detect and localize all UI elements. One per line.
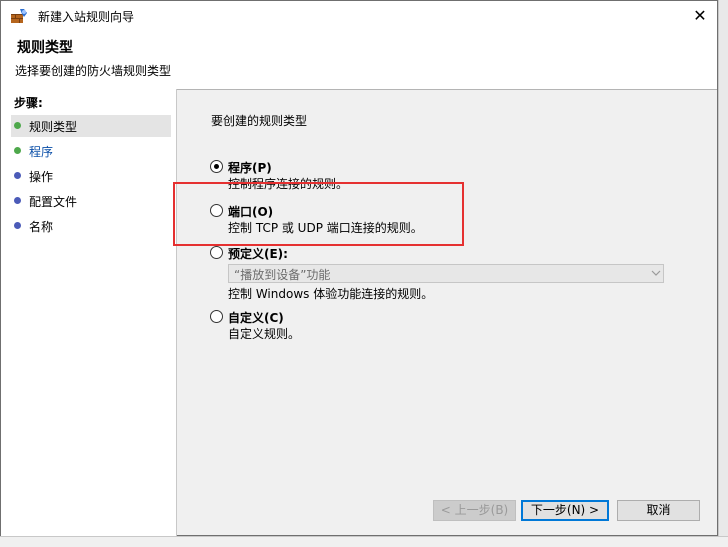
- step-label: 操作: [29, 170, 54, 184]
- radio-program[interactable]: [210, 160, 223, 173]
- step-status-icon: [14, 122, 21, 129]
- radio-predefined[interactable]: [210, 246, 223, 259]
- annotation-highlight-box: [173, 182, 464, 246]
- next-button[interactable]: 下一步(N) >: [521, 500, 609, 521]
- chevron-down-icon: [651, 270, 661, 276]
- option-program-label[interactable]: 程序(P): [228, 159, 272, 176]
- step-label: 配置文件: [29, 195, 78, 209]
- background-window-bottom: [0, 536, 728, 547]
- step-action[interactable]: 操作: [11, 165, 171, 187]
- steps-title: 步骤:: [14, 96, 43, 110]
- step-label: 规则类型: [29, 120, 78, 134]
- page-title: 规则类型: [17, 40, 73, 56]
- option-custom-label[interactable]: 自定义(C): [228, 309, 284, 326]
- step-rule-type[interactable]: 规则类型: [11, 115, 171, 137]
- wizard-header: 规则类型 选择要创建的防火墙规则类型: [1, 31, 717, 90]
- step-name[interactable]: 名称: [11, 215, 171, 237]
- step-status-icon: [14, 222, 21, 229]
- predefined-dropdown[interactable]: “播放到设备”功能: [228, 264, 664, 283]
- step-status-icon: [14, 197, 21, 204]
- step-program[interactable]: 程序: [11, 140, 171, 162]
- firewall-icon: [11, 9, 27, 23]
- window-title: 新建入站规则向导: [38, 10, 135, 24]
- step-status-icon: [14, 172, 21, 179]
- option-custom-description: 自定义规则。: [228, 327, 301, 341]
- cancel-button[interactable]: 取消: [617, 500, 700, 521]
- content-title: 要创建的规则类型: [211, 114, 308, 128]
- radio-custom[interactable]: [210, 310, 223, 323]
- steps-panel: 步骤: 规则类型 程序 操作 配置文件 名称: [1, 89, 177, 536]
- option-predefined-label[interactable]: 预定义(E):: [228, 245, 288, 262]
- close-button[interactable]: ✕: [683, 1, 717, 31]
- step-label: 程序: [29, 145, 54, 159]
- step-label: 名称: [29, 220, 54, 234]
- title-bar: 新建入站规则向导 ✕: [1, 1, 717, 31]
- back-button[interactable]: < 上一步(B): [433, 500, 516, 521]
- close-icon: ✕: [693, 6, 707, 25]
- option-predefined-description: 控制 Windows 体验功能连接的规则。: [228, 287, 434, 301]
- new-inbound-rule-wizard: 新建入站规则向导 ✕ 规则类型 选择要创建的防火墙规则类型 步骤: 规则类型 程…: [0, 0, 718, 536]
- predefined-dropdown-value: “播放到设备”功能: [234, 268, 331, 282]
- page-subtitle: 选择要创建的防火墙规则类型: [15, 64, 172, 78]
- background-window-right: [718, 0, 728, 546]
- step-profile[interactable]: 配置文件: [11, 190, 171, 212]
- step-status-icon: [14, 147, 21, 154]
